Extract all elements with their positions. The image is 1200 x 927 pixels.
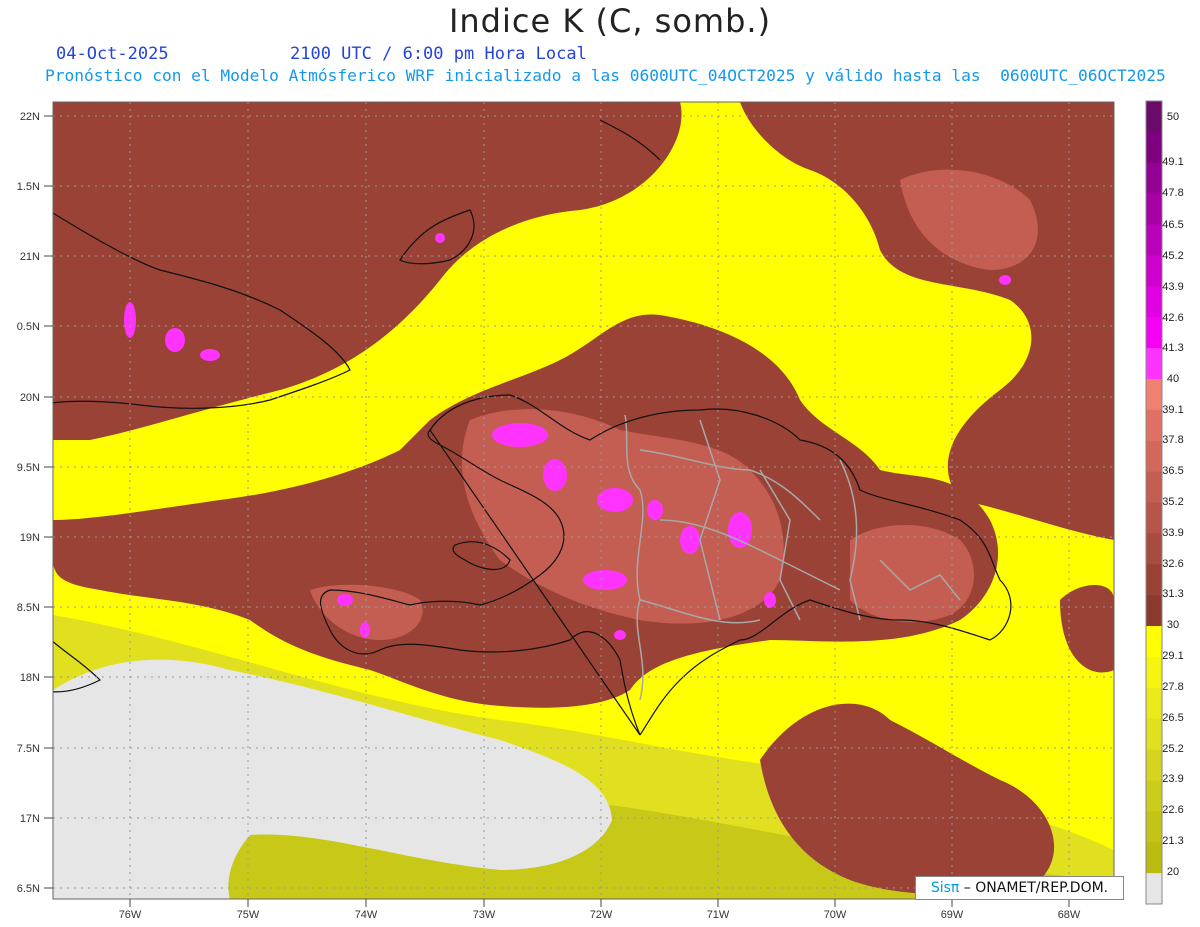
credit-org: – ONAMET/REP.DOM. <box>959 880 1109 896</box>
lat-label: 17N <box>20 813 40 825</box>
colorbar-label: 21.3 <box>1162 835 1183 847</box>
colorbar-swatch <box>1146 626 1162 658</box>
colorbar-swatch <box>1146 811 1162 843</box>
colorbar-swatch <box>1146 193 1162 226</box>
colorbar-label: 27.8 <box>1162 681 1183 693</box>
colorbar-swatch <box>1146 687 1162 720</box>
lon-label: 68W <box>1058 909 1081 921</box>
colorbar-swatch <box>1146 348 1162 380</box>
credit-box: Sisπ – ONAMET/REP.DOM. <box>915 876 1124 900</box>
colorbar-label: 49.1 <box>1162 156 1183 168</box>
colorbar-swatch <box>1146 255 1162 287</box>
sispi-logo: Sisπ <box>930 880 960 896</box>
lon-ticks <box>129 899 1070 907</box>
lon-label: 74W <box>355 909 378 921</box>
colorbar-swatch <box>1146 224 1162 256</box>
k-index-map: 22N 1.5N 21N 0.5N 20N 9.5N 19N 8.5N 18N … <box>17 100 1184 921</box>
lon-label: 73W <box>473 909 496 921</box>
lon-label: 72W <box>590 909 613 921</box>
colorbar-swatch <box>1146 101 1162 133</box>
colorbar-swatch <box>1146 502 1162 534</box>
lat-label: 9.5N <box>17 462 40 474</box>
colorbar-swatch <box>1146 656 1162 689</box>
lat-ticks <box>44 115 53 889</box>
colorbar-label: 50 <box>1167 111 1179 123</box>
colorbar <box>1145 100 1163 905</box>
colorbar-swatch <box>1146 471 1162 503</box>
lat-label: 21N <box>20 251 40 263</box>
colorbar-swatch <box>1146 286 1162 318</box>
colorbar-label: 25.2 <box>1162 743 1183 755</box>
colorbar-label: 45.2 <box>1162 250 1183 262</box>
colorbar-label: 47.8 <box>1162 187 1183 199</box>
lat-label: 20N <box>20 392 40 404</box>
lon-label: 75W <box>237 909 260 921</box>
colorbar-label: 31.3 <box>1162 588 1183 600</box>
lat-label: 8.5N <box>17 602 40 614</box>
map-field <box>53 102 1114 899</box>
colorbar-label: 29.1 <box>1162 650 1183 662</box>
colorbar-label: 42.6 <box>1162 312 1183 324</box>
lat-label: 6.5N <box>17 883 40 895</box>
lat-label: 18N <box>20 672 40 684</box>
colorbar-swatch <box>1146 718 1162 751</box>
colorbar-label: 33.9 <box>1162 527 1183 539</box>
colorbar-swatch <box>1146 409 1162 442</box>
colorbar-label: 22.6 <box>1162 804 1183 816</box>
lat-label: 19N <box>20 532 40 544</box>
latitude-axis: 22N 1.5N 21N 0.5N 20N 9.5N 19N 8.5N 18N … <box>17 111 40 895</box>
colorbar-label: 26.5 <box>1162 712 1183 724</box>
colorbar-label: 40 <box>1167 373 1179 385</box>
colorbar-labels: 50 49.1 47.8 46.5 45.2 43.9 42.6 41.3 40… <box>1162 111 1183 878</box>
colorbar-label: 23.9 <box>1162 773 1183 785</box>
colorbar-swatch <box>1146 440 1162 473</box>
lon-label: 71W <box>707 909 730 921</box>
colorbar-swatch <box>1146 595 1162 627</box>
colorbar-swatch <box>1146 317 1162 349</box>
colorbar-swatch <box>1146 131 1162 164</box>
colorbar-label: 20 <box>1167 866 1179 878</box>
colorbar-label: 37.8 <box>1162 434 1183 446</box>
lat-label: 0.5N <box>17 321 40 333</box>
lon-label: 70W <box>824 909 847 921</box>
colorbar-swatch <box>1146 842 1162 874</box>
colorbar-label: 46.5 <box>1162 219 1183 231</box>
colorbar-label: 30 <box>1167 619 1179 631</box>
colorbar-label: 43.9 <box>1162 281 1183 293</box>
colorbar-label: 41.3 <box>1162 342 1183 354</box>
lon-label: 76W <box>119 909 142 921</box>
lat-label: 22N <box>20 111 40 123</box>
colorbar-label: 36.5 <box>1162 465 1183 477</box>
colorbar-swatch <box>1146 533 1162 565</box>
longitude-axis: 76W 75W 74W 73W 72W 71W 70W 69W 68W <box>119 909 1081 921</box>
colorbar-swatch <box>1146 378 1162 411</box>
colorbar-label: 35.2 <box>1162 496 1183 508</box>
colorbar-label: 32.6 <box>1162 558 1183 570</box>
colorbar-swatch <box>1146 873 1162 905</box>
lat-label: 1.5N <box>17 181 40 193</box>
colorbar-swatch <box>1146 564 1162 596</box>
colorbar-swatch <box>1146 162 1162 195</box>
colorbar-swatch <box>1146 780 1162 812</box>
lon-label: 69W <box>941 909 964 921</box>
field-salmon-east <box>850 525 974 623</box>
colorbar-label: 39.1 <box>1162 404 1183 416</box>
colorbar-swatch <box>1146 749 1162 781</box>
lat-label: 7.5N <box>17 743 40 755</box>
